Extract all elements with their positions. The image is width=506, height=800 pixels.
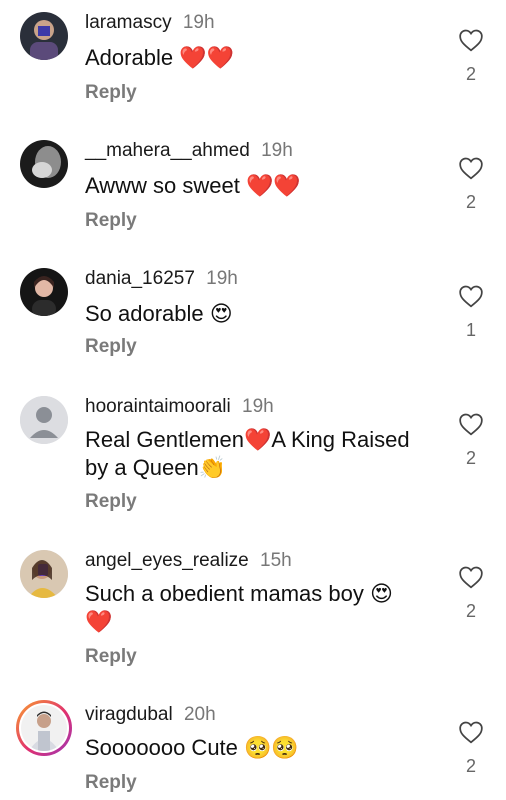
comment-text: Adorable ❤️❤️ (85, 45, 234, 70)
comment-meta: hooraintaimoorali 19h (85, 396, 274, 418)
avatar[interactable] (20, 268, 68, 316)
comment-item: __mahera__ahmed 19h Awww so sweet ❤️❤️ R… (0, 128, 506, 256)
comment-item: viragdubal 20h Sooooooo Cute 🥺🥺 Reply 2 (0, 692, 506, 800)
timestamp: 19h (261, 140, 293, 161)
like-control: 2 (458, 156, 484, 213)
username[interactable]: __mahera__ahmed (85, 140, 250, 161)
comment-text: Awww so sweet ❤️❤️ (85, 173, 301, 198)
like-count: 2 (465, 601, 476, 621)
heart-outline-icon[interactable] (458, 156, 484, 180)
comment-meta: viragdubal 20h (85, 704, 216, 726)
comment-meta: laramascy 19h (85, 12, 215, 34)
reply-button[interactable]: Reply (85, 210, 137, 232)
comment-item: angel_eyes_realize 15h Such a obedient m… (0, 538, 506, 690)
reply-button[interactable]: Reply (85, 491, 137, 513)
reply-button[interactable]: Reply (85, 336, 137, 358)
username[interactable]: laramascy (85, 12, 172, 33)
comment-meta: dania_16257 19h (85, 268, 238, 290)
avatar-story-ring[interactable] (16, 700, 72, 756)
heart-outline-icon[interactable] (458, 28, 484, 52)
heart-outline-icon[interactable] (458, 565, 484, 589)
like-count: 2 (465, 448, 476, 468)
like-control: 2 (458, 28, 484, 85)
like-control: 2 (458, 720, 484, 777)
avatar (19, 703, 69, 753)
timestamp: 20h (183, 704, 216, 725)
like-count: 2 (465, 192, 476, 212)
comment-item: hooraintaimoorali 19h Real Gentlemen❤️A … (0, 384, 506, 538)
comment-meta: __mahera__ahmed 19h (85, 140, 293, 162)
timestamp: 19h (182, 12, 215, 33)
username[interactable]: viragdubal (85, 704, 173, 725)
heart-outline-icon[interactable] (458, 284, 484, 308)
comment-meta: angel_eyes_realize 15h (85, 550, 292, 572)
reply-button[interactable]: Reply (85, 646, 137, 668)
username[interactable]: dania_16257 (85, 268, 195, 289)
heart-outline-icon[interactable] (458, 720, 484, 744)
comment-text: So adorable 😍 (85, 301, 233, 326)
comment-text: Sooooooo Cute 🥺🥺 (85, 735, 299, 760)
comment-text: Such a obedient mamas boy 😍 ❤️ (85, 581, 393, 634)
avatar[interactable] (20, 12, 68, 60)
username[interactable]: hooraintaimoorali (85, 396, 231, 417)
like-control: 2 (458, 412, 484, 469)
like-control: 1 (458, 284, 484, 341)
comment-item: laramascy 19h Adorable ❤️❤️ Reply 2 (0, 0, 506, 128)
reply-button[interactable]: Reply (85, 772, 137, 794)
reply-button[interactable]: Reply (85, 82, 137, 104)
avatar[interactable] (20, 140, 68, 188)
like-count: 2 (465, 64, 476, 84)
heart-outline-icon[interactable] (458, 412, 484, 436)
username[interactable]: angel_eyes_realize (85, 550, 249, 571)
like-count: 2 (465, 756, 476, 776)
timestamp: 19h (206, 268, 238, 289)
avatar[interactable] (20, 550, 68, 598)
timestamp: 15h (260, 550, 292, 571)
timestamp: 19h (242, 396, 274, 417)
comment-item: dania_16257 19h So adorable 😍 Reply 1 (0, 256, 506, 384)
like-control: 2 (458, 565, 484, 622)
avatar-placeholder[interactable] (20, 396, 68, 444)
comment-text: Real Gentlemen❤️A King Raised by a Queen… (85, 427, 410, 480)
like-count: 1 (465, 320, 476, 340)
